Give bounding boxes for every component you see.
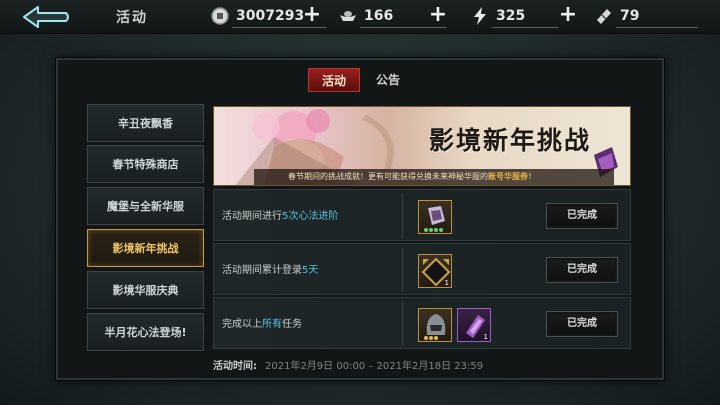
coin-value: 3007293: [236, 8, 305, 24]
page-title: 活动: [116, 10, 148, 26]
task-row: 活动期间进行5次心法进阶 已完成: [213, 189, 631, 241]
reward-count: 1: [444, 279, 449, 287]
tab-announcements[interactable]: 公告: [366, 68, 410, 92]
reward-item[interactable]: [418, 308, 452, 342]
task-description: 活动期间进行5次心法进阶: [222, 211, 339, 222]
ingot-counter: 166: [338, 4, 446, 28]
stamina-counter: 325: [470, 4, 558, 28]
reward-count: 1: [483, 333, 488, 341]
task-description: 活动期间累计登录5天: [222, 265, 319, 276]
reward-item[interactable]: 1: [418, 254, 452, 288]
lightning-icon: [470, 6, 490, 26]
top-bar: 活动 3007293 + 166 + 325 + 79: [0, 0, 720, 34]
task-row: 完成以上所有任务 1 已完成: [213, 297, 631, 349]
event-period: 活动时间: 2021年2月9日 00:00 – 2021年2月18日 23:59: [213, 357, 483, 372]
stamina-value: 325: [496, 8, 526, 24]
completed-button[interactable]: 已完成: [546, 311, 618, 337]
completed-button[interactable]: 已完成: [546, 203, 618, 229]
sidebar-item-castle-outfit[interactable]: 魔堡与全新华服: [87, 187, 204, 225]
sidebar-item-new-year-challenge[interactable]: 影境新年挑战: [87, 229, 204, 267]
helmet-icon: [424, 314, 446, 340]
sidebar-item-new-year-eve[interactable]: 辛丑夜飘香: [87, 104, 204, 142]
event-period-value: 2021年2月9日 00:00 – 2021年2月18日 23:59: [265, 361, 484, 372]
back-button[interactable]: [20, 4, 72, 30]
banner-title: 影境新年挑战: [428, 126, 591, 155]
ticket-counter: 79: [594, 4, 698, 28]
ticket-value: 79: [620, 8, 640, 24]
coin-counter: 3007293: [210, 4, 326, 28]
ticket-icon: [594, 6, 614, 26]
reward-item[interactable]: [418, 200, 452, 234]
tab-events[interactable]: 活动: [308, 68, 360, 92]
task-description: 完成以上所有任务: [222, 319, 302, 330]
banner-description: 春节期间的挑战成就！更有可能获得兑换未来神秘华服的账号华服券！: [254, 169, 614, 185]
sidebar-item-half-moon-flower[interactable]: 半月花心法登场!: [87, 313, 204, 351]
sidebar-item-spring-shop[interactable]: 春节特殊商店: [87, 145, 204, 183]
ingot-value: 166: [364, 8, 394, 24]
coin-icon: [210, 6, 230, 26]
ingot-icon: [338, 6, 358, 26]
scroll-icon: [424, 206, 445, 232]
add-ingot-button[interactable]: +: [428, 4, 448, 26]
task-row: 活动期间累计登录5天 1 已完成: [213, 243, 631, 295]
add-stamina-button[interactable]: +: [558, 4, 578, 26]
back-arrow-icon: [23, 6, 69, 28]
reward-item[interactable]: 1: [457, 308, 491, 342]
add-coin-button[interactable]: +: [302, 4, 322, 26]
completed-button[interactable]: 已完成: [546, 257, 618, 283]
event-period-label: 活动时间:: [213, 361, 257, 372]
event-banner: 影境新年挑战 春节期间的挑战成就！更有可能获得兑换未来神秘华服的账号华服券！: [213, 106, 631, 186]
sidebar-item-outfit-celebration[interactable]: 影境华服庆典: [87, 271, 204, 309]
